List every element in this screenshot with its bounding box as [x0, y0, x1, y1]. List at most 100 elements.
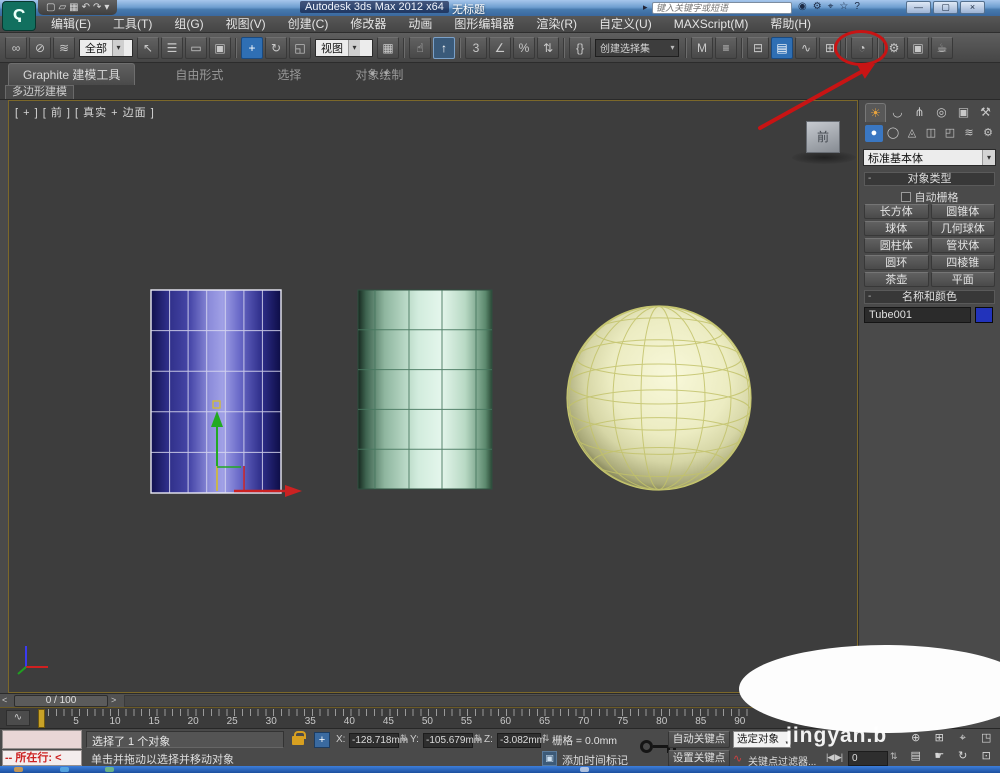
named-selection-set-field[interactable]: 创建选择集 ▾	[595, 39, 679, 57]
ribbon-overflow-arrow-icon[interactable]: ▾	[384, 68, 389, 79]
menu-item[interactable]: 组(G)	[163, 16, 214, 32]
ribbon-tab[interactable]: 对象绘制	[341, 64, 417, 85]
frame-0-marker[interactable]	[38, 709, 45, 728]
graphite-ribbon-toggle-icon[interactable]: ▤	[771, 37, 793, 59]
maxscript-mini-listener[interactable]	[2, 730, 82, 749]
percent-snap-icon[interactable]: %	[513, 37, 535, 59]
search-go-icon[interactable]: ▸	[643, 2, 648, 13]
ribbon-tab[interactable]: Graphite 建模工具	[8, 63, 135, 85]
select-and-scale-icon[interactable]: ◱	[289, 37, 311, 59]
render-production-icon[interactable]: ☕	[931, 37, 953, 59]
key-filter-curve-icon[interactable]: ∿	[733, 752, 742, 765]
playback-controls[interactable]: |◀ ▶|	[826, 752, 842, 763]
select-and-link-icon[interactable]: ∞	[5, 37, 27, 59]
field-of-view-icon[interactable]: ▤	[904, 748, 928, 766]
lights-category-icon[interactable]: ◬	[903, 125, 921, 142]
menu-item[interactable]: MAXScript(M)	[663, 16, 760, 32]
open-file-icon[interactable]: ▱	[58, 1, 66, 15]
use-pivot-point-icon[interactable]: ▦	[377, 37, 399, 59]
viewcube[interactable]: 前	[790, 119, 860, 169]
geometry-category-icon[interactable]: ●	[865, 125, 883, 142]
motion-tab-icon[interactable]: ◎	[931, 103, 952, 122]
primitive-button[interactable]: 茶壶	[864, 272, 929, 287]
align-icon[interactable]: ≡	[715, 37, 737, 59]
tools-icon[interactable]: ⚙	[813, 1, 822, 12]
previous-frame-button[interactable]: <	[2, 695, 7, 705]
menu-item[interactable]: 动画	[397, 16, 443, 32]
collapse-icon[interactable]: -	[868, 291, 871, 303]
name-color-rollout-header[interactable]: - 名称和颜色	[864, 290, 995, 304]
keyboard-shortcut-override-icon[interactable]: ↑	[433, 37, 455, 59]
orbit-icon[interactable]: ↻	[951, 748, 975, 766]
auto-key-button[interactable]: 自动关键点	[668, 731, 730, 748]
display-tab-icon[interactable]: ▣	[953, 103, 974, 122]
object-cylinder[interactable]	[358, 290, 492, 489]
ribbon-tab[interactable]: 选择	[263, 64, 315, 85]
menu-item[interactable]: 视图(V)	[215, 16, 277, 32]
primitive-button[interactable]: 几何球体	[931, 221, 996, 236]
go-to-end-icon[interactable]: ▶|	[835, 752, 842, 762]
minimize-button[interactable]: —	[906, 1, 931, 14]
schematic-view-icon[interactable]: ⊞	[819, 37, 841, 59]
maximize-button[interactable]: ▢	[933, 1, 958, 14]
absolute-mode-icon[interactable]: +	[314, 732, 330, 748]
modify-tab-icon[interactable]: ◡	[887, 103, 908, 122]
current-frame-field[interactable]: 0	[848, 751, 888, 766]
go-to-start-icon[interactable]: |◀	[826, 752, 833, 762]
front-viewport[interactable]: [ + ] [ 前 ] [ 真实 + 边面 ]	[8, 100, 858, 693]
primitive-button[interactable]: 长方体	[864, 204, 929, 219]
ribbon-tab[interactable]: 自由形式	[161, 64, 237, 85]
tab-polygon-modeling[interactable]: 多边形建模	[5, 85, 74, 99]
frame-spinner[interactable]: ⇅	[890, 751, 898, 762]
curve-editor-icon[interactable]: ∿	[795, 37, 817, 59]
reference-coordinate-dropdown[interactable]: 视图 ▾	[315, 39, 373, 57]
object-color-swatch[interactable]	[975, 307, 993, 323]
shapes-category-icon[interactable]: ◯	[884, 125, 902, 142]
help-icon[interactable]: ?	[854, 1, 860, 12]
viewcube-front-face[interactable]: 前	[806, 121, 840, 153]
qat-overflow-icon[interactable]: ▾	[104, 1, 109, 15]
search-icon[interactable]: ◉	[798, 1, 807, 12]
ribbon-overflow-dot-icon[interactable]: ●	[370, 68, 375, 78]
render-setup-icon[interactable]: ⚙	[883, 37, 905, 59]
selection-filter-dropdown[interactable]: 全部 ▾	[79, 39, 133, 57]
save-file-icon[interactable]: ▦	[69, 1, 78, 15]
select-and-rotate-icon[interactable]: ↻	[265, 37, 287, 59]
space-warps-category-icon[interactable]: ≋	[960, 125, 978, 142]
select-and-manipulate-icon[interactable]: ☝	[409, 37, 431, 59]
x-coordinate-field[interactable]: -128.718mm	[349, 733, 399, 748]
create-tab-icon[interactable]: ☀	[865, 103, 886, 122]
material-editor-icon[interactable]: ◔	[851, 37, 873, 59]
hierarchy-tab-icon[interactable]: ⋔	[909, 103, 930, 122]
menu-item[interactable]: 工具(T)	[102, 16, 163, 32]
edit-named-selection-sets-icon[interactable]: {}	[569, 37, 591, 59]
communication-center-icon[interactable]: ⌖	[828, 1, 834, 12]
favorites-icon[interactable]: ☆	[839, 1, 848, 12]
layer-manager-icon[interactable]: ⊟	[747, 37, 769, 59]
select-and-move-icon[interactable]: +	[241, 37, 263, 59]
menu-item[interactable]: 创建(C)	[277, 16, 340, 32]
menu-item[interactable]: 自定义(U)	[588, 16, 663, 32]
helpers-category-icon[interactable]: ◰	[941, 125, 959, 142]
menu-item[interactable]: 修改器	[339, 16, 397, 32]
maxscript-listener-line[interactable]: -- 所在行: <	[2, 750, 82, 766]
window-crossing-icon[interactable]: ▣	[209, 37, 231, 59]
zoom-extents-all-icon[interactable]: ◳	[975, 730, 999, 748]
spinner-snap-icon[interactable]: ⇅	[537, 37, 559, 59]
undo-icon[interactable]: ↶	[82, 1, 90, 15]
pan-icon[interactable]: ☛	[928, 748, 952, 766]
primitive-button[interactable]: 圆锥体	[931, 204, 996, 219]
next-frame-button[interactable]: >	[111, 695, 116, 705]
z-spinner[interactable]: ⇅	[542, 733, 550, 744]
bind-to-space-warp-icon[interactable]: ≋	[53, 37, 75, 59]
collapse-icon[interactable]: -	[868, 173, 871, 185]
3dsmax-logo[interactable]: Ϛ	[2, 1, 36, 31]
select-by-name-icon[interactable]: ☰	[161, 37, 183, 59]
y-coordinate-field[interactable]: -105.679mm	[423, 733, 473, 748]
primitive-button[interactable]: 四棱锥	[931, 255, 996, 270]
mirror-icon[interactable]: M	[691, 37, 713, 59]
object-name-field[interactable]: Tube001	[864, 307, 971, 323]
rectangular-selection-region-icon[interactable]: ▭	[185, 37, 207, 59]
systems-category-icon[interactable]: ⚙	[979, 125, 997, 142]
object-type-rollout-header[interactable]: - 对象类型	[864, 172, 995, 186]
